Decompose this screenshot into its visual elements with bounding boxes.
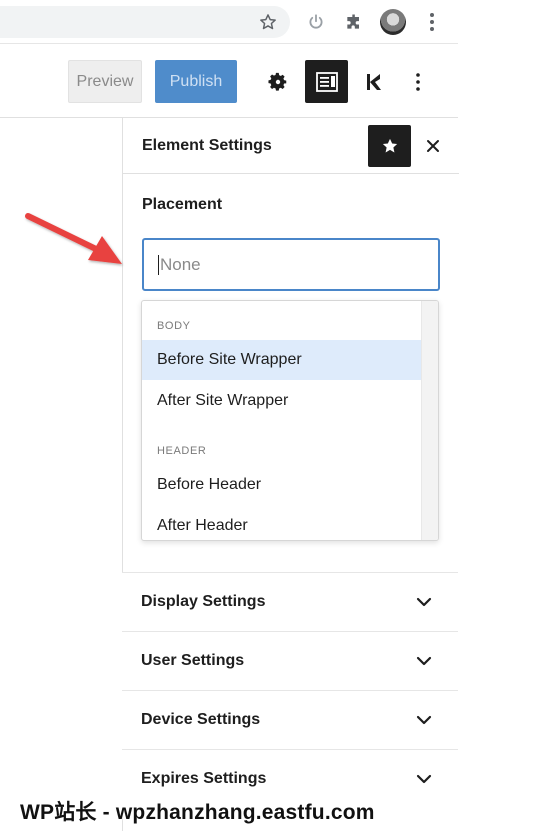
display-settings-row[interactable]: Display Settings (122, 572, 458, 631)
chevron-down-icon (416, 774, 432, 784)
expires-settings-label: Expires Settings (141, 770, 267, 787)
gear-icon[interactable] (256, 60, 299, 103)
chevron-down-icon (416, 715, 432, 725)
placement-label: Placement (142, 196, 223, 213)
group-label-body: BODY (157, 320, 191, 332)
watermark: WP站长 - wpzhanzhang.eastfu.com (20, 801, 375, 824)
editor-toolbar: Preview Publish (0, 45, 458, 118)
user-settings-label: User Settings (141, 652, 245, 669)
group-label-header: HEADER (157, 445, 207, 457)
preview-button[interactable]: Preview (68, 60, 142, 103)
device-settings-row[interactable]: Device Settings (122, 690, 458, 749)
text-caret (158, 254, 159, 275)
browser-toolbar (0, 0, 458, 44)
user-settings-row[interactable]: User Settings (122, 631, 458, 690)
outside-area (458, 0, 542, 831)
close-icon[interactable] (421, 134, 445, 158)
power-icon[interactable] (304, 10, 328, 34)
more-vertical-icon[interactable] (420, 10, 444, 34)
chevron-down-icon (416, 597, 432, 607)
option-before-header[interactable]: Before Header (142, 465, 422, 505)
publish-button[interactable]: Publish (155, 60, 237, 103)
option-after-header[interactable]: After Header (142, 506, 422, 540)
more-vertical-icon[interactable] (396, 60, 439, 103)
avatar[interactable] (380, 9, 406, 35)
red-arrow-annotation (25, 213, 122, 264)
extensions-icon[interactable] (342, 10, 366, 34)
placement-dropdown[interactable]: BODY Before Site Wrapper After Site Wrap… (141, 300, 439, 541)
option-before-site-wrapper[interactable]: Before Site Wrapper (142, 340, 422, 380)
editor-settings-icon[interactable] (305, 60, 348, 103)
sidebar-title: Element Settings (142, 137, 272, 154)
sidebar-header: Element Settings (123, 118, 459, 174)
device-settings-label: Device Settings (141, 711, 261, 728)
star-icon[interactable] (368, 125, 411, 167)
star-icon[interactable] (256, 10, 280, 34)
address-bar[interactable] (0, 6, 290, 38)
placement-select-input[interactable]: None (142, 238, 440, 291)
display-settings-label: Display Settings (141, 593, 266, 610)
placement-panel: Placement None (123, 175, 463, 317)
kadence-logo-icon[interactable] (352, 60, 395, 103)
placement-placeholder: None (160, 254, 201, 274)
chevron-down-icon (416, 656, 432, 666)
option-after-site-wrapper[interactable]: After Site Wrapper (142, 381, 422, 421)
dropdown-scrollbar[interactable] (421, 301, 438, 540)
